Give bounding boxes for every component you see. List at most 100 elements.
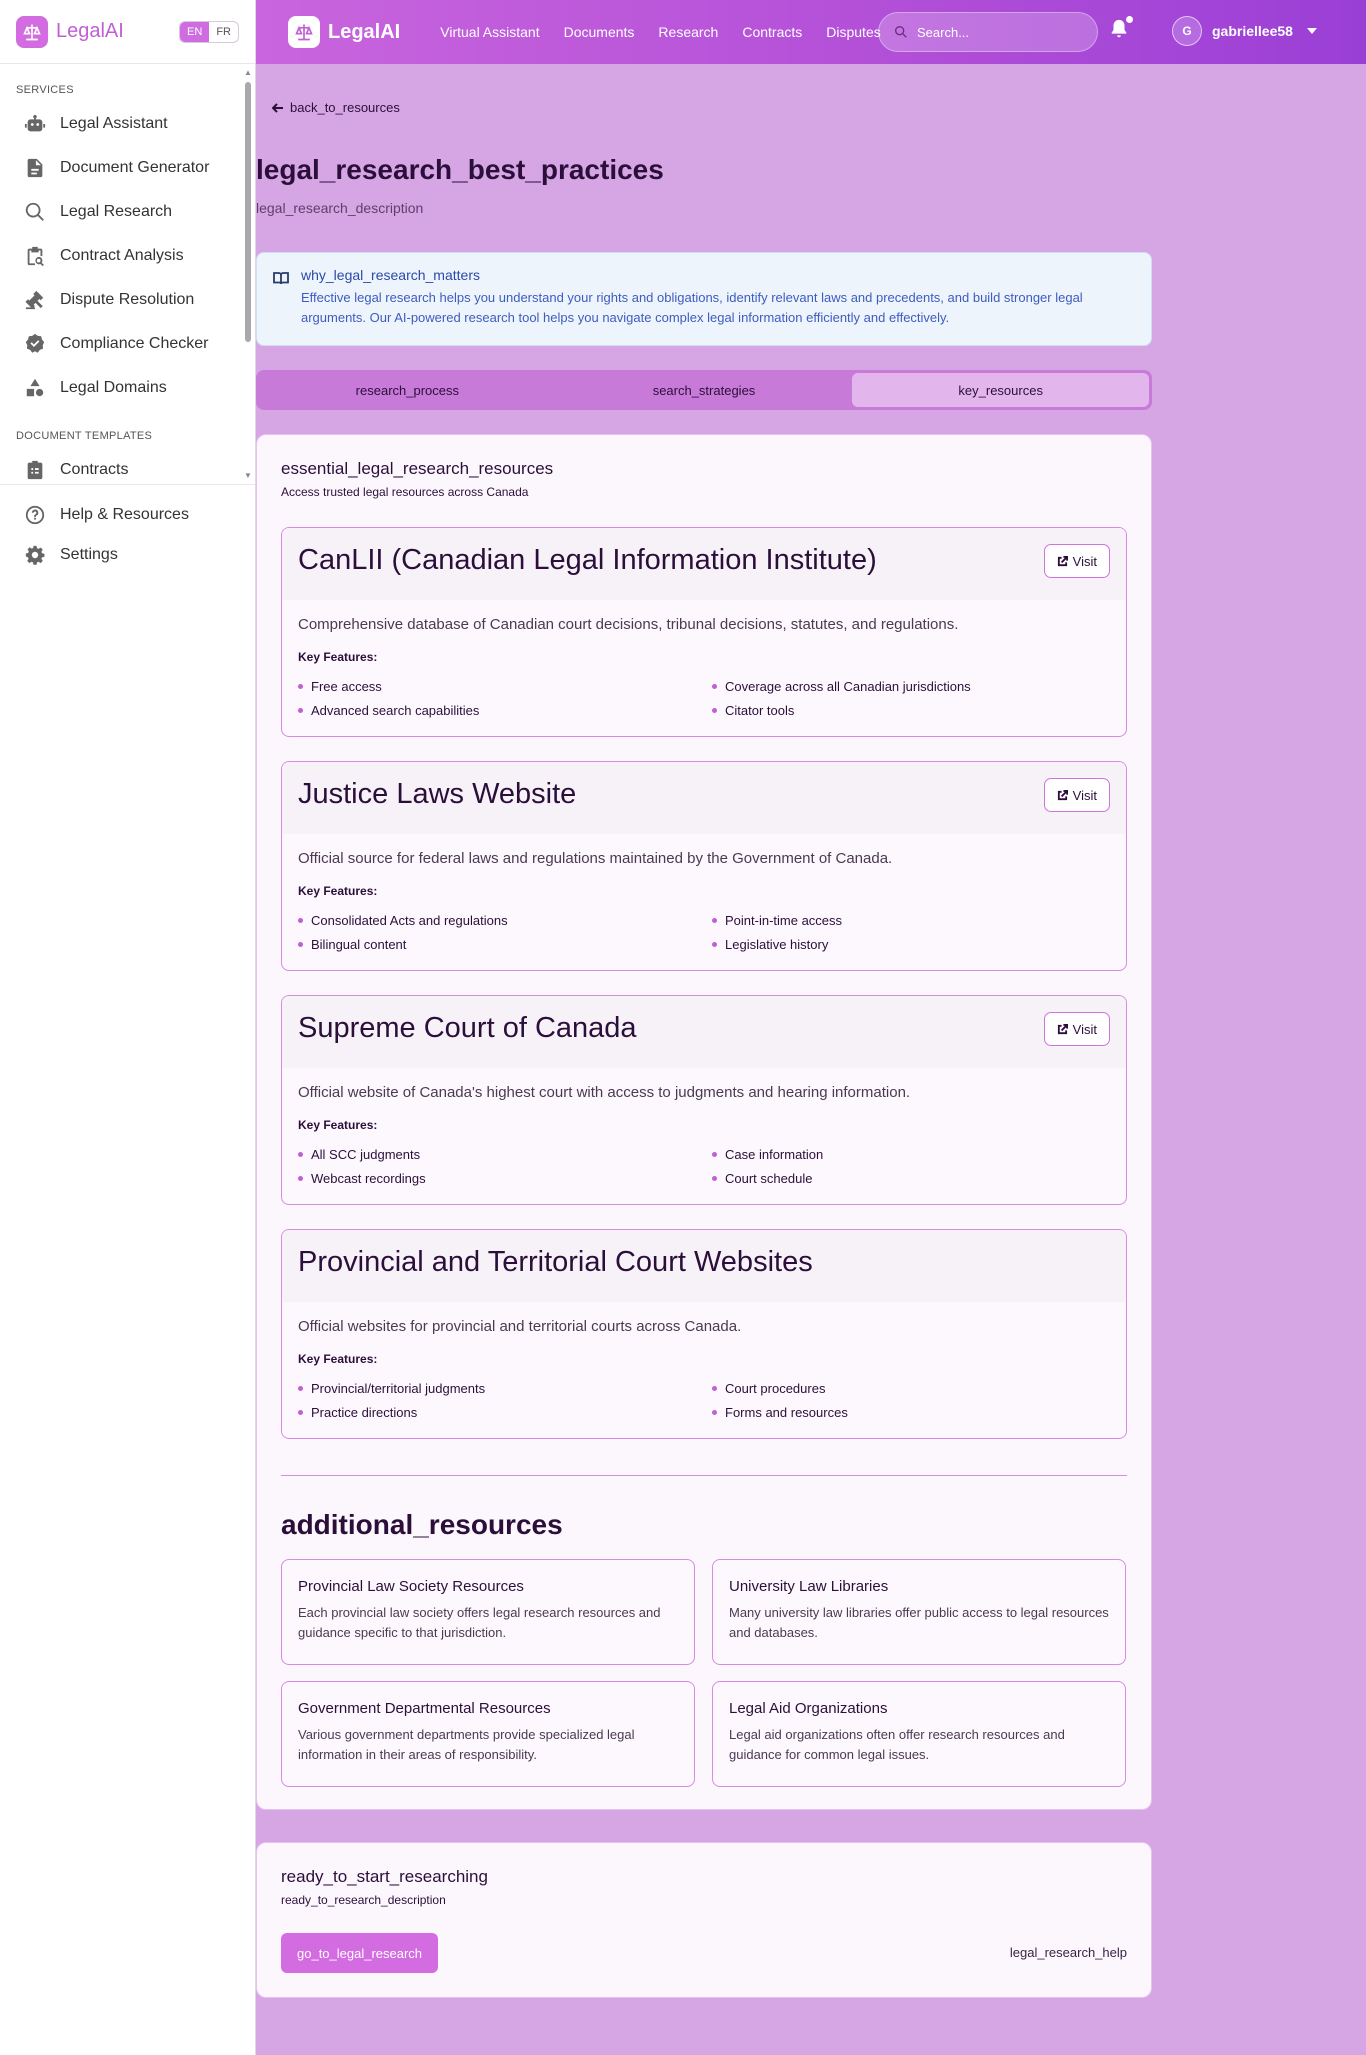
sidebar-item-legal-research[interactable]: Legal Research [0, 190, 255, 234]
sidebar-item-label: Help & Resources [60, 506, 189, 523]
visit-label: Visit [1072, 787, 1097, 803]
feature-list: Provincial/territorial judgments Court p… [298, 1380, 1112, 1420]
sidebar-item-settings[interactable]: Settings [0, 535, 255, 575]
gavel-icon [25, 290, 44, 310]
nav-documents[interactable]: Documents [564, 24, 635, 40]
external-link-icon [1057, 1023, 1068, 1034]
avatar: G [1172, 16, 1202, 46]
page-title: legal_research_best_practices [256, 154, 664, 185]
external-link-icon [1057, 555, 1068, 566]
resource-description: Comprehensive database of Canadian court… [298, 616, 959, 633]
visit-label: Visit [1072, 553, 1097, 569]
book-open-icon [273, 272, 289, 285]
sidebar-item-dispute-resolution[interactable]: Dispute Resolution [0, 278, 255, 322]
sidebar-scrollbar[interactable]: ▲ ▼ [244, 68, 252, 480]
additional-resource-description: Each provincial law society offers legal… [298, 1605, 661, 1640]
resource-description: Official website of Canada's highest cou… [298, 1084, 911, 1101]
sidebar-item-help[interactable]: Help & Resources [0, 495, 255, 535]
key-features-label: Key Features: [298, 1118, 378, 1132]
external-link-icon [1057, 789, 1068, 800]
search-input[interactable] [917, 24, 1077, 40]
sidebar-item-document-generator[interactable]: Document Generator [0, 146, 255, 190]
feature-item: Forms and resources [712, 1404, 1112, 1420]
visit-button[interactable]: Visit [1043, 544, 1110, 578]
feature-item: Provincial/territorial judgments [298, 1380, 712, 1396]
sidebar-item-label: Legal Assistant [60, 115, 168, 132]
go-to-legal-research-button[interactable]: go_to_legal_research [281, 1933, 439, 1973]
legal-research-help-link[interactable]: legal_research_help [1010, 1945, 1127, 1960]
feature-item: Citator tools [712, 702, 1112, 718]
sidebar-item-label: Settings [60, 546, 118, 563]
tab-search-strategies[interactable]: search_strategies [556, 373, 853, 407]
resource-header: Supreme Court of Canada Visit [282, 996, 1126, 1068]
resource-card-provincial-courts: Provincial and Territorial Court Website… [281, 1229, 1127, 1439]
sidebar-item-contract-analysis[interactable]: Contract Analysis [0, 234, 255, 278]
lang-en-button[interactable]: EN [180, 21, 210, 42]
nav-disputes[interactable]: Disputes [826, 24, 880, 40]
language-toggle: EN FR [179, 20, 239, 43]
document-icon [27, 158, 43, 178]
sidebar-item-label: Legal Research [60, 203, 173, 220]
callout-text: Effective legal research helps you under… [301, 290, 1083, 325]
sidebar-item-label: Dispute Resolution [60, 291, 195, 308]
sidebar-item-legal-assistant[interactable]: Legal Assistant [0, 102, 255, 146]
brand-logo[interactable]: LegalAI [16, 15, 124, 48]
section-services-label: SERVICES [16, 84, 74, 96]
sidebar-item-contracts[interactable]: Contracts [0, 448, 255, 484]
feature-item: Court procedures [712, 1380, 1112, 1396]
scroll-down-arrow-icon[interactable]: ▼ [244, 471, 252, 480]
user-menu[interactable]: G gabriellee58 [1172, 16, 1317, 46]
resource-card-supreme-court: Supreme Court of Canada Visit Official w… [281, 995, 1127, 1205]
resource-description: Official websites for provincial and ter… [298, 1318, 742, 1335]
lang-fr-button[interactable]: FR [209, 22, 238, 42]
feature-item: Practice directions [298, 1404, 712, 1420]
section-divider [281, 1475, 1127, 1476]
resource-header: CanLII (Canadian Legal Information Insti… [282, 528, 1126, 600]
callout-title: why_legal_research_matters [301, 267, 480, 283]
additional-resource-title: Provincial Law Society Resources [298, 1578, 524, 1595]
nav-contracts[interactable]: Contracts [742, 24, 802, 40]
resource-title: Supreme Court of Canada [298, 1012, 637, 1044]
resource-title: CanLII (Canadian Legal Information Insti… [298, 544, 877, 576]
chevron-down-icon [1306, 28, 1317, 34]
sidebar: LegalAI EN FR SERVICES Legal Assistant D… [0, 0, 256, 2055]
help-circle-icon [25, 505, 45, 525]
topbar-brand[interactable]: LegalAI [288, 16, 400, 48]
additional-resource-description: Many university law libraries offer publ… [729, 1605, 1109, 1640]
feature-item: Advanced search capabilities [298, 702, 712, 718]
tab-key-resources[interactable]: key_resources [852, 373, 1150, 407]
nav-research[interactable]: Research [658, 24, 718, 40]
visit-button[interactable]: Visit [1043, 1012, 1110, 1046]
section-templates-label: DOCUMENT TEMPLATES [16, 430, 153, 442]
feature-item: Free access [298, 678, 712, 694]
scrollbar-thumb[interactable] [245, 82, 251, 342]
resource-header: Provincial and Territorial Court Website… [282, 1230, 1126, 1302]
notifications-button[interactable] [1108, 16, 1136, 46]
resource-header: Justice Laws Website Visit [282, 762, 1126, 834]
additional-resource-description: Legal aid organizations often offer rese… [729, 1727, 1065, 1762]
additional-resource-title: Legal Aid Organizations [729, 1700, 888, 1717]
badge-check-icon [25, 333, 45, 353]
back-link[interactable]: back_to_resources [272, 100, 400, 115]
feature-item: Court schedule [712, 1170, 1112, 1186]
visit-button[interactable]: Visit [1043, 778, 1110, 812]
tab-list: research_process search_strategies key_r… [256, 370, 1152, 410]
resource-card-canlii: CanLII (Canadian Legal Information Insti… [281, 527, 1127, 737]
feature-item: Legislative history [712, 936, 1112, 952]
tab-research-process[interactable]: research_process [259, 373, 556, 407]
username: gabriellee58 [1212, 23, 1293, 39]
notification-dot [1126, 16, 1133, 23]
sidebar-item-legal-domains[interactable]: Legal Domains [0, 366, 255, 410]
resources-card: essential_legal_research_resources Acces… [256, 434, 1152, 1810]
nav-virtual-assistant[interactable]: Virtual Assistant [440, 24, 539, 40]
top-navbar: LegalAI Virtual Assistant Documents Rese… [256, 0, 1366, 64]
cta-title: ready_to_start_researching [281, 1867, 488, 1886]
search-icon [25, 202, 44, 221]
sidebar-item-compliance-checker[interactable]: Compliance Checker [0, 322, 255, 366]
gear-icon [25, 545, 45, 565]
feature-list: Free access Coverage across all Canadian… [298, 678, 1112, 718]
scroll-up-arrow-icon[interactable]: ▲ [244, 68, 252, 77]
feature-list: All SCC judgments Case information Webca… [298, 1146, 1112, 1186]
sidebar-item-label: Contract Analysis [60, 247, 184, 264]
additional-resource-card: Government Departmental Resources Variou… [281, 1681, 695, 1787]
